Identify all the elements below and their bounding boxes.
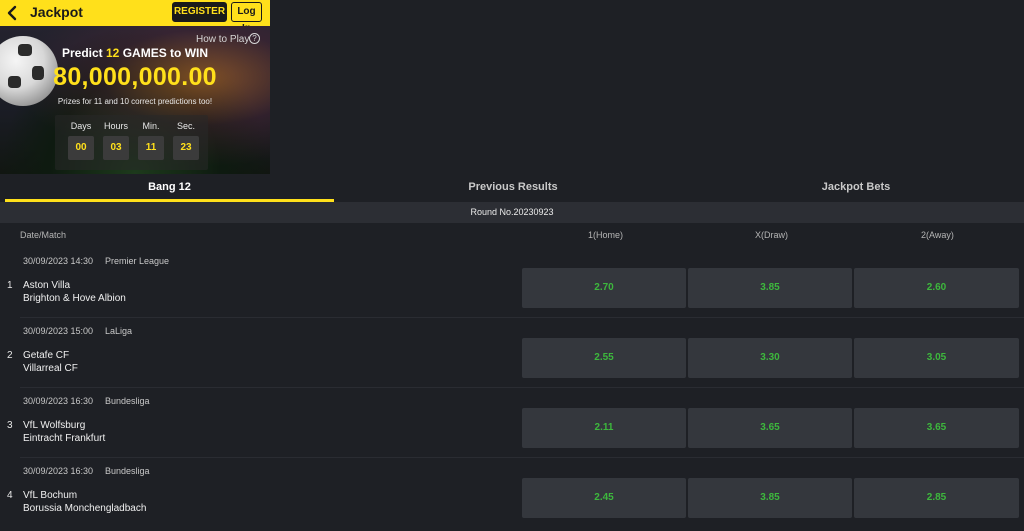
match-index: 1: [7, 280, 13, 291]
predict-suffix: GAMES to WIN: [122, 46, 209, 60]
home-team: Getafe CF: [23, 350, 70, 361]
page-title: Jackpot: [30, 4, 83, 20]
odds-draw-button[interactable]: 3.65: [688, 408, 852, 448]
column-header-home: 1(Home): [588, 230, 624, 240]
odds-draw-button[interactable]: 3.85: [688, 268, 852, 308]
match-datetime: 30/09/2023 16:30: [23, 466, 94, 476]
match-datetime: 30/09/2023 14:30: [23, 256, 94, 266]
match-datetime: 30/09/2023 15:00: [23, 326, 94, 336]
match-row: 30/09/2023 15:00 LaLiga 2 Getafe CF Vill…: [0, 318, 1024, 388]
predict-count: 12: [106, 46, 120, 60]
column-header-date-match: Date/Match: [20, 230, 67, 240]
jackpot-amount: 80,000,000.00: [53, 63, 217, 91]
match-index: 3: [7, 420, 13, 431]
home-team: VfL Bochum: [23, 490, 78, 501]
away-team: Brighton & Hove Albion: [23, 293, 126, 304]
odds-home-button[interactable]: 2.70: [522, 268, 686, 308]
home-team: VfL Wolfsburg: [23, 420, 86, 431]
home-team: Aston Villa: [23, 280, 71, 291]
countdown-label: Days: [70, 121, 92, 131]
back-arrow-icon[interactable]: [6, 4, 20, 22]
question-circle-icon[interactable]: ?: [249, 33, 260, 44]
match-row: 30/09/2023 14:30 Premier League 1 Aston …: [0, 248, 1024, 318]
predict-headline: Predict 12 GAMES to WIN: [0, 46, 270, 60]
odds-away-button[interactable]: 2.85: [854, 478, 1019, 518]
countdown-value: 03: [103, 136, 129, 160]
match-row: 30/09/2023 16:30 Bundesliga 3 VfL Wolfsb…: [0, 388, 1024, 458]
register-button[interactable]: REGISTER: [172, 2, 227, 22]
jackpot-header-block: Jackpot REGISTER Log In How to Play ? Pr…: [0, 0, 270, 174]
match-league: Premier League: [105, 256, 170, 266]
countdown-value: 11: [138, 136, 164, 160]
jackpot-banner: How to Play ? Predict 12 GAMES to WIN 80…: [0, 26, 270, 174]
odds-home-button[interactable]: 2.45: [522, 478, 686, 518]
match-league: Bundesliga: [105, 466, 150, 476]
round-number: Round No.20230923: [0, 202, 1024, 223]
odds-home-button[interactable]: 2.11: [522, 408, 686, 448]
countdown-hours: Hours 03: [101, 121, 131, 160]
away-team: Eintracht Frankfurt: [23, 433, 106, 444]
how-to-play-link[interactable]: How to Play: [196, 34, 249, 45]
tab-previous-results[interactable]: Previous Results: [345, 174, 681, 202]
countdown-value: 23: [173, 136, 199, 160]
tab-bar: Bang 12 Previous Results Jackpot Bets: [0, 174, 1024, 202]
countdown-minutes: Min. 11: [136, 121, 166, 160]
tab-bang-12[interactable]: Bang 12: [5, 174, 334, 202]
match-league: Bundesliga: [105, 396, 150, 406]
odds-away-button[interactable]: 2.60: [854, 268, 1019, 308]
odds-draw-button[interactable]: 3.85: [688, 478, 852, 518]
countdown-label: Hours: [103, 121, 128, 131]
countdown-timer: Days 00 Hours 03 Min. 11 Sec. 23: [55, 115, 208, 170]
match-league: LaLiga: [105, 326, 133, 336]
prizes-text: Prizes for 11 and 10 correct predictions…: [57, 97, 213, 106]
countdown-value: 00: [68, 136, 94, 160]
predict-prefix: Predict: [61, 46, 103, 60]
match-datetime: 30/09/2023 16:30: [23, 396, 94, 406]
match-index: 2: [7, 350, 13, 361]
match-row: 30/09/2023 16:30 Bundesliga 4 VfL Bochum…: [0, 458, 1024, 528]
login-button[interactable]: Log In: [231, 2, 262, 34]
countdown-label: Min.: [142, 121, 160, 131]
column-header-away: 2(Away): [921, 230, 954, 240]
odds-away-button[interactable]: 3.05: [854, 338, 1019, 378]
odds-draw-button[interactable]: 3.30: [688, 338, 852, 378]
countdown-days: Days 00: [66, 121, 96, 160]
away-team: Villarreal CF: [23, 363, 78, 374]
top-bar: Jackpot REGISTER Log In: [0, 0, 270, 34]
tab-jackpot-bets[interactable]: Jackpot Bets: [688, 174, 1024, 202]
odds-home-button[interactable]: 2.55: [522, 338, 686, 378]
column-header-draw: X(Draw): [755, 230, 788, 240]
match-index: 4: [7, 490, 13, 501]
odds-away-button[interactable]: 3.65: [854, 408, 1019, 448]
countdown-label: Sec.: [176, 121, 195, 131]
away-team: Borussia Monchengladbach: [23, 503, 147, 514]
countdown-seconds: Sec. 23: [171, 121, 201, 160]
